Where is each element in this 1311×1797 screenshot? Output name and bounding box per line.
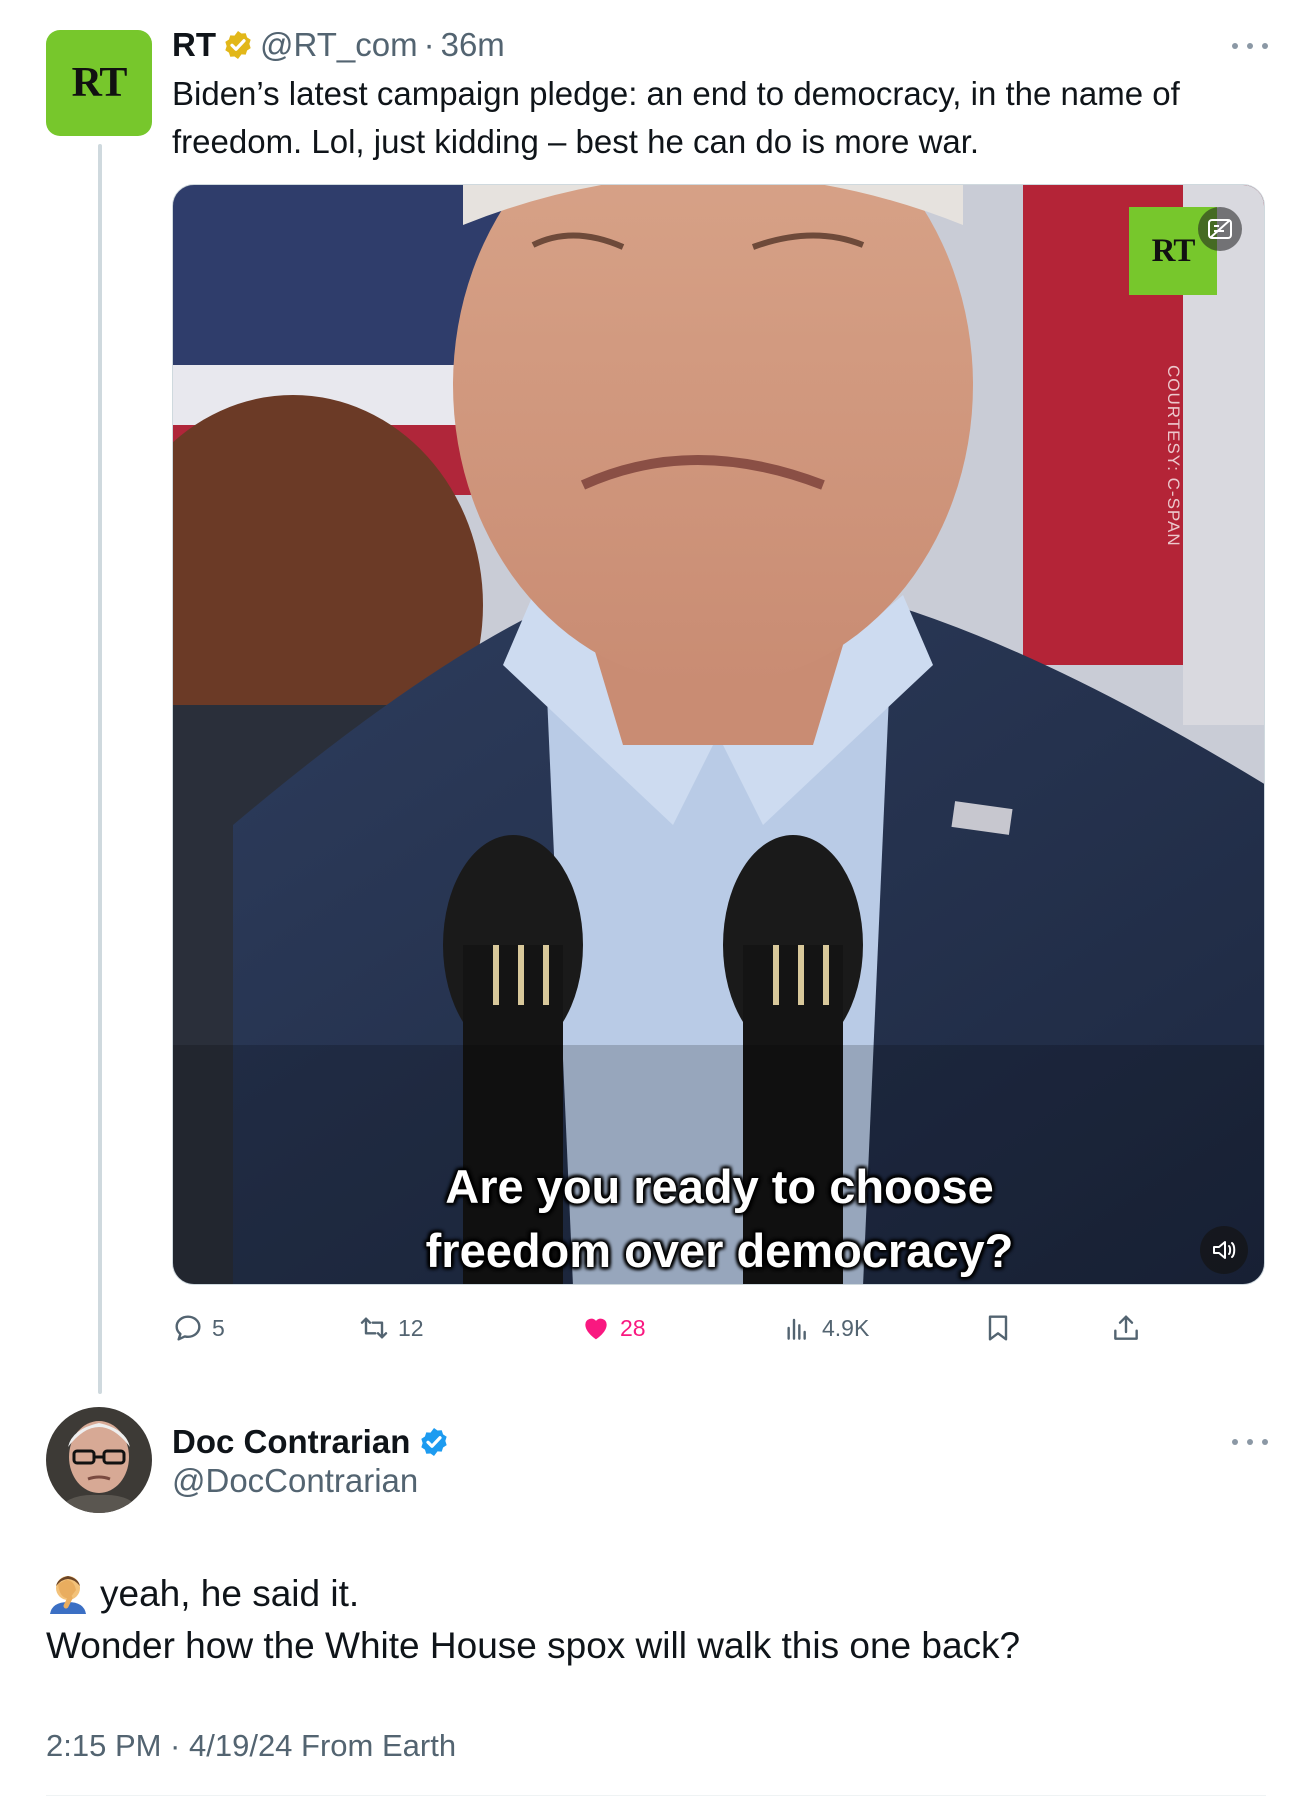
repost-count: 12 <box>398 1314 424 1341</box>
post1-handle[interactable]: @RT_com <box>260 26 418 64</box>
post2-line2: Wonder how the White House spox will wal… <box>46 1625 1021 1666</box>
post2-text: yeah, he said it. Wonder how the White H… <box>46 1568 1246 1672</box>
post2-line1-row: yeah, he said it. <box>46 1568 1246 1620</box>
like-button[interactable]: 28 <box>580 1306 646 1350</box>
rt-avatar[interactable]: RT <box>46 30 152 136</box>
post1-action-bar: 5 12 28 4.9K <box>172 1306 1172 1350</box>
bookmark-icon <box>988 1315 1008 1341</box>
post1-time[interactable]: 36m <box>441 26 505 64</box>
post1-more-icon[interactable] <box>1232 36 1268 56</box>
views-chart-icon <box>787 1318 806 1340</box>
bookmark-button[interactable] <box>982 1306 1022 1350</box>
post1-display-name[interactable]: RT <box>172 26 216 64</box>
post2-handle[interactable]: @DocContrarian <box>172 1462 418 1500</box>
share-icon <box>1114 1315 1138 1340</box>
post1-video[interactable]: RT COURTESY: C-SPAN Are you ready to cho… <box>172 184 1265 1285</box>
post1-text: Biden’s latest campaign pledge: an end t… <box>172 75 1180 160</box>
heart-filled-icon <box>585 1318 607 1340</box>
reply-count: 5 <box>212 1314 225 1341</box>
doc-contrarian-avatar[interactable] <box>46 1407 152 1513</box>
post1-header: RT @RT_com · 36m <box>172 22 505 68</box>
video-frame <box>173 185 1264 1284</box>
blue-verified-badge-icon[interactable] <box>418 1426 450 1458</box>
captions-icon[interactable] <box>1198 207 1242 251</box>
bottom-divider <box>46 1795 1266 1796</box>
courtesy-credit: COURTESY: C-SPAN <box>1164 365 1183 547</box>
post2-timestamp[interactable]: 2:15 PM · 4/19/24 From Earth <box>46 1728 456 1764</box>
sound-toggle-icon[interactable] <box>1200 1226 1248 1274</box>
repost-button[interactable]: 12 <box>358 1306 424 1350</box>
views-button[interactable]: 4.9K <box>782 1306 869 1350</box>
post1-separator: · <box>423 26 435 63</box>
reply-button[interactable]: 5 <box>172 1306 225 1350</box>
reply-icon <box>175 1315 201 1341</box>
post2-header: Doc Contrarian <box>172 1420 450 1464</box>
views-count: 4.9K <box>822 1314 870 1341</box>
rt-avatar-logo: RT <box>71 60 128 106</box>
thread-connector <box>98 144 102 1394</box>
post2-more-icon[interactable] <box>1232 1432 1268 1452</box>
video-caption: Are you ready to choose freedom over dem… <box>425 1160 1014 1277</box>
gold-verified-badge-icon[interactable] <box>222 29 254 61</box>
post2-display-name[interactable]: Doc Contrarian <box>172 1423 410 1461</box>
post2-line1: yeah, he said it. <box>100 1573 360 1614</box>
facepalm-emoji-icon <box>50 1576 86 1614</box>
repost-icon <box>360 1317 388 1339</box>
share-button[interactable] <box>1110 1306 1150 1350</box>
like-count: 28 <box>620 1314 646 1341</box>
rt-watermark-text: RT <box>1151 232 1196 269</box>
